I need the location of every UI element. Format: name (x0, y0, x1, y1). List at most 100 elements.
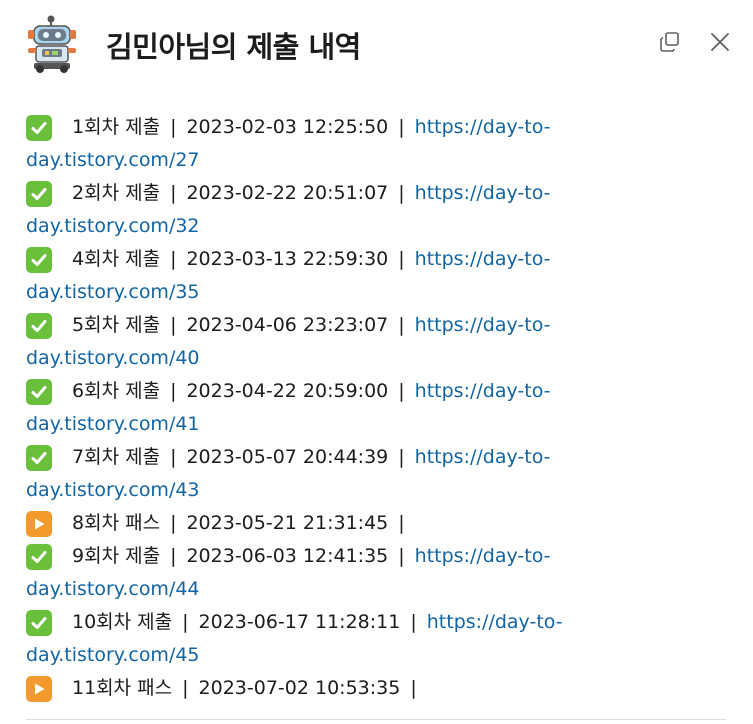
separator: | (398, 314, 405, 336)
entry-link[interactable]: day.tistory.com/32 (26, 215, 200, 237)
entry-label: 6회차 제출 (72, 380, 161, 402)
check-mark-icon (26, 378, 52, 405)
separator: | (182, 611, 189, 633)
entry-link[interactable]: day.tistory.com/43 (26, 479, 200, 501)
list-item: 1회차 제출 | 2023-02-03 12:25:50 | https://day-t… (26, 111, 626, 177)
entry-link[interactable]: https://day-to- (415, 309, 551, 342)
entry-timestamp: 2023-06-03 12:41:35 (186, 545, 389, 567)
check-mark-icon (26, 246, 52, 273)
entry-timestamp: 2023-03-13 22:59:30 (186, 248, 389, 270)
check-mark-icon (26, 444, 52, 471)
entry-link[interactable]: https://day-to- (415, 111, 551, 144)
separator: | (398, 248, 405, 270)
entry-link[interactable]: https://day-to- (415, 441, 551, 474)
list-item-row: day.tistory.com/44 (26, 573, 626, 606)
list-item-row: 9회차 제출 | 2023-06-03 12:41:35 | https://day-t… (26, 540, 626, 573)
entry-timestamp: 2023-02-22 20:51:07 (186, 182, 389, 204)
separator: | (170, 314, 177, 336)
list-item-row: 7회차 제출 | 2023-05-07 20:44:39 | https://day-t… (26, 441, 626, 474)
check-mark-icon (26, 114, 52, 141)
entry-label: 9회차 제출 (72, 545, 161, 567)
list-item-row: 5회차 제출 | 2023-04-06 23:23:07 | https://day-t… (26, 309, 626, 342)
entry-label: 11회차 패스 (72, 677, 173, 699)
list-item: 8회차 패스 | 2023-05-21 21:31:45 | (26, 507, 626, 540)
list-item: 4회차 제출 | 2023-03-13 22:59:30 | https://day-t… (26, 243, 626, 309)
list-item-row: day.tistory.com/35 (26, 276, 626, 309)
list-item: 11회차 패스 | 2023-07-02 10:53:35 | (26, 672, 626, 705)
list-item-row: day.tistory.com/27 (26, 144, 626, 177)
separator: | (398, 545, 405, 567)
list-item: 6회차 제출 | 2023-04-22 20:59:00 | https://day-t… (26, 375, 626, 441)
entry-label: 7회차 제출 (72, 446, 161, 468)
separator: | (170, 116, 177, 138)
list-item-row: day.tistory.com/45 (26, 639, 626, 672)
separator: | (398, 380, 405, 402)
page-title: 김민아님의 제출 내역 (106, 30, 361, 64)
separator: | (398, 512, 405, 534)
list-item: 9회차 제출 | 2023-06-03 12:41:35 | https://day-t… (26, 540, 626, 606)
submission-list: 1회차 제출 | 2023-02-03 12:25:50 | https://day-t… (26, 111, 626, 705)
copy-button[interactable] (656, 30, 684, 58)
entry-timestamp: 2023-06-17 11:28:11 (198, 611, 401, 633)
list-item-row: 4회차 제출 | 2023-03-13 22:59:30 | https://day-t… (26, 243, 626, 276)
entry-timestamp: 2023-07-02 10:53:35 (198, 677, 401, 699)
entry-link[interactable]: day.tistory.com/27 (26, 149, 200, 171)
separator: | (170, 545, 177, 567)
check-mark-icon (26, 543, 52, 570)
close-icon (708, 30, 732, 58)
list-item-row: 1회차 제출 | 2023-02-03 12:25:50 | https://day-t… (26, 111, 626, 144)
entry-timestamp: 2023-05-07 20:44:39 (186, 446, 389, 468)
list-item-row: 10회차 제출 | 2023-06-17 11:28:11 | https://day-… (26, 606, 626, 639)
entry-link[interactable]: https://day-to- (415, 177, 551, 210)
entry-timestamp: 2023-04-06 23:23:07 (186, 314, 389, 336)
entry-timestamp: 2023-05-21 21:31:45 (186, 512, 389, 534)
list-item: 2회차 제출 | 2023-02-22 20:51:07 | https://day-t… (26, 177, 626, 243)
separator: | (170, 182, 177, 204)
separator: | (170, 446, 177, 468)
separator: | (398, 446, 405, 468)
divider (26, 719, 726, 720)
list-item-row: 6회차 제출 | 2023-04-22 20:59:00 | https://day-t… (26, 375, 626, 408)
entry-label: 5회차 제출 (72, 314, 161, 336)
list-item-row: day.tistory.com/43 (26, 474, 626, 507)
play-button-icon (26, 510, 52, 537)
check-mark-icon (26, 312, 52, 339)
separator: | (398, 116, 405, 138)
copy-icon (658, 30, 682, 58)
list-item: 10회차 제출 | 2023-06-17 11:28:11 | https://day-… (26, 606, 626, 672)
entry-label: 10회차 제출 (72, 611, 173, 633)
separator: | (410, 677, 417, 699)
entry-link[interactable]: day.tistory.com/40 (26, 347, 200, 369)
entry-link[interactable]: day.tistory.com/44 (26, 578, 200, 600)
play-button-icon (26, 675, 52, 702)
entry-label: 8회차 패스 (72, 512, 161, 534)
entry-timestamp: 2023-04-22 20:59:00 (186, 380, 389, 402)
close-button[interactable] (706, 30, 734, 58)
entry-label: 1회차 제출 (72, 116, 161, 138)
list-item-row: day.tistory.com/32 (26, 210, 626, 243)
separator: | (170, 248, 177, 270)
list-item: 7회차 제출 | 2023-05-07 20:44:39 | https://day-t… (26, 441, 626, 507)
entry-link[interactable]: day.tistory.com/35 (26, 281, 200, 303)
robot-icon (24, 14, 80, 74)
entry-link[interactable]: https://day-to- (427, 606, 563, 639)
list-item-row: day.tistory.com/41 (26, 408, 626, 441)
separator: | (410, 611, 417, 633)
entry-link[interactable]: https://day-to- (415, 243, 551, 276)
list-item-row: 8회차 패스 | 2023-05-21 21:31:45 | (26, 507, 626, 540)
separator: | (170, 512, 177, 534)
entry-label: 2회차 제출 (72, 182, 161, 204)
list-item-row: 11회차 패스 | 2023-07-02 10:53:35 | (26, 672, 626, 705)
separator: | (398, 182, 405, 204)
entry-timestamp: 2023-02-03 12:25:50 (186, 116, 389, 138)
check-mark-icon (26, 609, 52, 636)
entry-link[interactable]: day.tistory.com/45 (26, 644, 200, 666)
separator: | (182, 677, 189, 699)
list-item-row: day.tistory.com/40 (26, 342, 626, 375)
entry-label: 4회차 제출 (72, 248, 161, 270)
modal-header: 김민아님의 제출 내역 (0, 0, 753, 96)
entry-link[interactable]: https://day-to- (415, 375, 551, 408)
entry-link[interactable]: day.tistory.com/41 (26, 413, 200, 435)
entry-link[interactable]: https://day-to- (415, 540, 551, 573)
list-item-row: 2회차 제출 | 2023-02-22 20:51:07 | https://day-t… (26, 177, 626, 210)
